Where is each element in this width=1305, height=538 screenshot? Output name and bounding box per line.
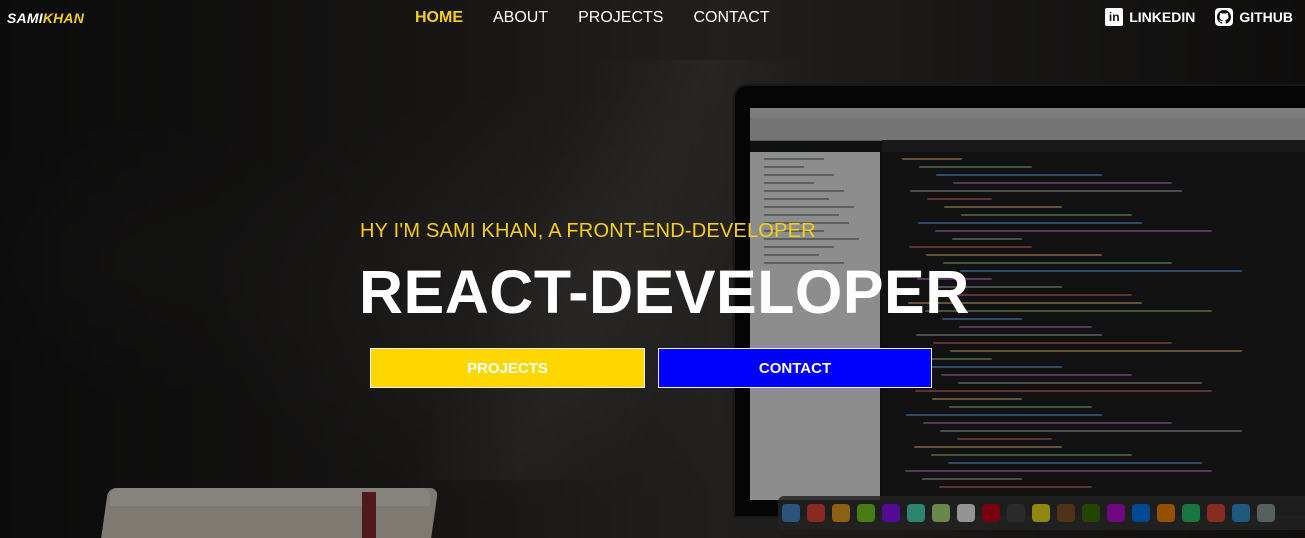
nav-projects[interactable]: PROJECTS	[578, 9, 663, 27]
nav-contact[interactable]: CONTACT	[693, 9, 769, 27]
nav-home[interactable]: HOME	[415, 9, 463, 27]
brand-first-name: SAMI	[7, 10, 43, 26]
social-links: in LINKEDIN GITHUB	[1105, 8, 1293, 26]
projects-button[interactable]: PROJECTS	[370, 348, 645, 388]
github-icon	[1215, 8, 1234, 26]
contact-button[interactable]: CONTACT	[658, 348, 932, 388]
linkedin-label: LINKEDIN	[1129, 9, 1196, 25]
github-label: GITHUB	[1239, 9, 1293, 25]
github-link[interactable]: GITHUB	[1215, 8, 1293, 26]
hero-subtitle: HY I'M SAMI KHAN, A FRONT-END-DEVELOPER	[360, 220, 816, 242]
hero-title: REACT-DEVELOPER	[359, 258, 970, 326]
nav-about[interactable]: ABOUT	[493, 9, 548, 27]
hero-background: SAMIKHAN HOME ABOUT PROJECTS CONTACT in …	[0, 0, 1305, 538]
brand-last-name: KHAN	[42, 10, 85, 26]
main-nav: HOME ABOUT PROJECTS CONTACT	[415, 9, 800, 27]
linkedin-icon: in	[1105, 8, 1124, 26]
brand-logo[interactable]: SAMIKHAN	[7, 10, 84, 26]
linkedin-link[interactable]: in LINKEDIN	[1105, 8, 1195, 26]
